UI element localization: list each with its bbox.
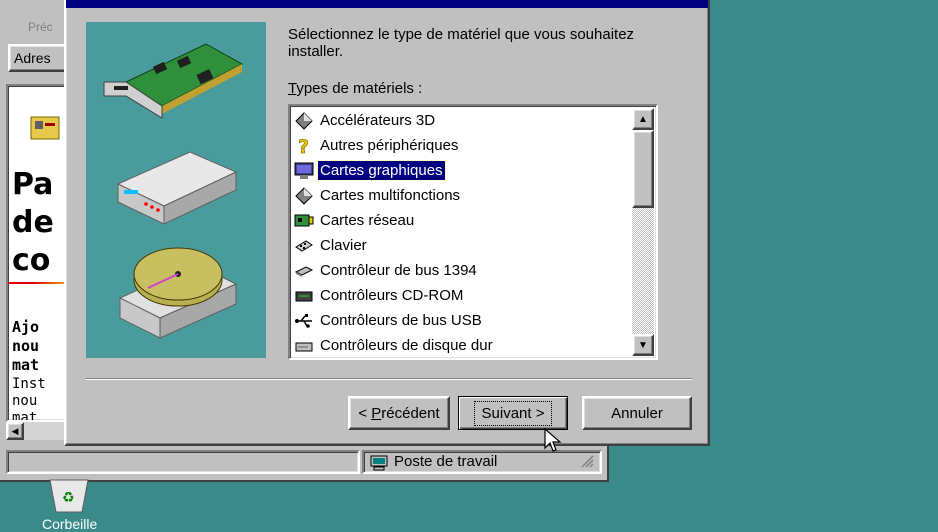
cancel-button-label: Annuler — [611, 404, 663, 422]
explorer-content-pane: Pa de co Ajo nou mat Inst nou mat — [6, 84, 68, 422]
list-item-label: Cartes multifonctions — [320, 187, 461, 204]
bus-controller-icon — [292, 261, 316, 281]
list-item-label: Accélérateurs 3D — [320, 112, 436, 129]
mouse-cursor-icon — [544, 428, 562, 452]
harddisk-controller-icon — [292, 336, 316, 356]
list-item-keyboard[interactable]: Clavier — [292, 233, 632, 258]
list-item-label: Cartes réseau — [320, 212, 415, 229]
scroll-left-button[interactable]: ◀ — [6, 422, 24, 440]
question-icon: ? — [292, 136, 316, 156]
wizard-instruction: Sélectionnez le type de matériel que vou… — [288, 26, 635, 60]
list-item-cdrom-controllers[interactable]: Contrôleurs CD-ROM — [292, 283, 632, 308]
hardware-types-label: Types de matériels : — [288, 80, 422, 97]
back-button-label: Préc — [28, 20, 53, 34]
back-button[interactable]: Préc — [14, 0, 66, 40]
network-card-icon — [292, 211, 316, 231]
list-item-label: Contrôleurs de bus USB — [320, 312, 482, 329]
title-underline — [8, 282, 66, 284]
dialog-titlebar[interactable] — [66, 0, 708, 8]
list-item-graphics-cards[interactable]: Cartes graphiques — [292, 158, 632, 183]
previous-mnemonic: P — [371, 404, 382, 422]
scroll-thumb[interactable] — [632, 130, 654, 208]
address-label: Adres — [14, 50, 51, 66]
list-item-label: Contrôleurs de disque dur — [320, 337, 493, 354]
list-item-label: Contrôleur de bus 1394 — [320, 262, 477, 279]
next-button[interactable]: Suivant > — [458, 396, 568, 430]
control-panel-icon — [30, 116, 60, 140]
list-item-hard-disk-controllers[interactable]: Contrôleurs de disque dur — [292, 333, 632, 356]
list-item-usb-controllers[interactable]: Contrôleurs de bus USB — [292, 308, 632, 333]
usb-icon — [292, 311, 316, 331]
status-location-text: Poste de travail — [394, 453, 498, 470]
status-cell-location: Poste de travail — [362, 450, 602, 474]
list-item-network-cards[interactable]: Cartes réseau — [292, 208, 632, 233]
list-item-label: Contrôleurs CD-ROM — [320, 287, 464, 304]
computer-icon — [370, 455, 388, 471]
list-item-other-devices[interactable]: ? Autres périphériques — [292, 133, 632, 158]
svg-text:♻: ♻ — [62, 490, 75, 506]
cdrom-controller-icon — [292, 286, 316, 306]
list-item-label: Autres périphériques — [320, 137, 459, 154]
diamond-icon — [292, 111, 316, 131]
keyboard-icon — [292, 236, 316, 256]
page-title: Pa de co — [12, 167, 54, 278]
previous-rest: récédent — [381, 404, 440, 422]
cancel-button[interactable]: Annuler — [582, 396, 692, 430]
page-subtitle: Ajo nou mat — [12, 318, 40, 374]
recycle-bin-icon[interactable]: ♻ — [46, 478, 92, 514]
hardware-illustration — [86, 22, 266, 358]
list-item-1394-bus-controller[interactable]: Contrôleur de bus 1394 — [292, 258, 632, 283]
diamond-icon — [292, 186, 316, 206]
scroll-down-button[interactable]: ▼ — [632, 334, 654, 356]
scroll-up-button[interactable]: ▲ — [632, 108, 654, 130]
listbox-scrollbar[interactable]: ▲ ▼ — [632, 108, 654, 356]
list-item-label: Clavier — [320, 237, 367, 254]
horizontal-scrollbar[interactable]: ◀ — [6, 422, 68, 440]
monitor-icon — [292, 161, 316, 181]
status-bar: Poste de travail — [4, 448, 606, 478]
previous-button[interactable]: < Précédent — [348, 396, 450, 430]
dialog-divider — [86, 378, 692, 380]
status-cell — [6, 450, 360, 474]
hardware-types-listbox[interactable]: Accélérateurs 3D ? Autres périphériques … — [288, 104, 658, 360]
resize-grip-icon[interactable] — [580, 454, 594, 468]
svg-text:?: ? — [298, 136, 309, 156]
hardware-types-label-text: ypes de matériels : — [296, 80, 423, 97]
next-button-label: Suivant > — [473, 400, 553, 426]
previous-button-label: < Précédent — [358, 405, 439, 422]
list-item-label: Cartes graphiques — [317, 160, 446, 181]
recycle-bin-label[interactable]: Corbeille — [42, 516, 97, 532]
list-item-multifunction-cards[interactable]: Cartes multifonctions — [292, 183, 632, 208]
list-item-3d-accelerators[interactable]: Accélérateurs 3D — [292, 108, 632, 133]
add-hardware-wizard-dialog: Sélectionnez le type de matériel que vou… — [64, 0, 710, 446]
previous-prefix: < — [358, 404, 372, 422]
page-description: Inst nou mat — [12, 376, 46, 422]
